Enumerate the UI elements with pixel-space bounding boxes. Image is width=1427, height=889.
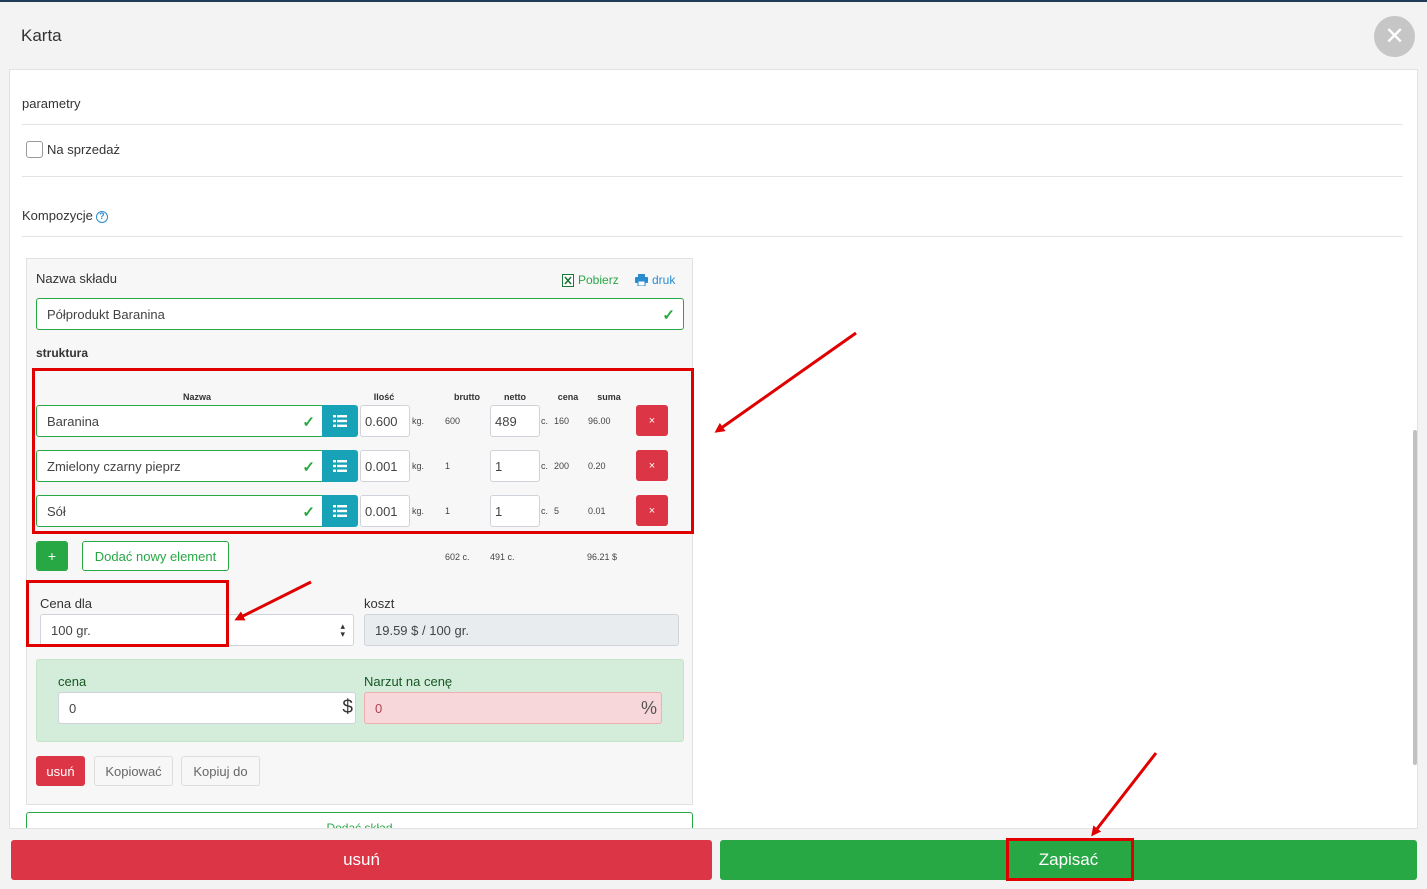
col-sum: suma (597, 392, 621, 402)
qty-input[interactable]: 0.600 (360, 405, 410, 437)
percent-icon: % (640, 698, 657, 718)
divider (22, 236, 1403, 237)
check-icon: ✓ (302, 504, 315, 521)
parametry-title: parametry (22, 96, 81, 111)
divider (22, 176, 1403, 177)
net-input[interactable]: 489 (490, 405, 540, 437)
ingredient-name: Zmielony czarny pieprz (47, 458, 181, 474)
markup-value: 0 (375, 700, 383, 716)
markup-input[interactable]: 0 % (364, 692, 662, 724)
check-icon: ✓ (302, 414, 315, 431)
gross-value: 600 (445, 416, 461, 426)
kompozycje-title: Kompozycje? (22, 208, 108, 223)
ingredient-name: Baranina (47, 413, 100, 429)
list-icon (333, 415, 347, 427)
ingredient-name-input[interactable]: Baranina ✓ (36, 405, 324, 437)
close-icon: ✕ (1384, 23, 1405, 50)
scrollbar[interactable] (1413, 430, 1417, 765)
gross-value: 1 (445, 506, 451, 516)
list-button[interactable] (322, 405, 358, 437)
modal-title: Karta (21, 26, 62, 45)
download-link[interactable]: Pobierz (562, 273, 619, 287)
col-gross: brutto (454, 392, 480, 402)
delete-row-button[interactable]: × (636, 495, 668, 526)
footer-delete-button[interactable]: usuń (11, 840, 712, 880)
warehouse-name-input[interactable]: Półprodukt Baranina ✓ (36, 298, 684, 330)
check-icon: ✓ (302, 459, 315, 476)
qty-input[interactable]: 0.001 (360, 495, 410, 527)
delete-row-button[interactable]: × (636, 450, 668, 481)
cost-field: 19.59 $ / 100 gr. (364, 614, 679, 646)
delete-row-button[interactable]: × (636, 405, 668, 436)
net-input[interactable]: 1 (490, 450, 540, 482)
print-icon (635, 274, 648, 286)
copy-to-button[interactable]: Kopiuj do (181, 756, 260, 786)
qty-unit: kg. (412, 506, 425, 516)
col-price: cena (557, 392, 579, 402)
sum-value: 0.01 (588, 506, 606, 516)
price-for-select[interactable]: 100 gr. ▴ ▾ (40, 614, 354, 646)
warehouse-name-value: Półprodukt Baranina (47, 306, 165, 322)
col-qty: Ilość (373, 392, 395, 402)
warehouse-name-label: Nazwa składu (36, 271, 117, 286)
print-label: druk (652, 273, 676, 287)
close-button[interactable]: ✕ (1374, 16, 1415, 57)
total-sum: 96.21 $ (587, 552, 618, 562)
cena-label: cena (58, 674, 87, 689)
net-input[interactable]: 1 (490, 495, 540, 527)
list-button[interactable] (322, 495, 358, 527)
total-gross: 602 c. (445, 552, 470, 562)
list-icon (333, 505, 347, 517)
ingredient-name-input[interactable]: Zmielony czarny pieprz ✓ (36, 450, 324, 482)
markup-label: Narzut na cenę (364, 674, 453, 689)
gross-value: 1 (445, 461, 451, 471)
delete-composition-button[interactable]: usuń (36, 756, 85, 786)
dollar-icon: $ (342, 697, 353, 718)
price-value: 160 (554, 416, 570, 426)
qty-unit: kg. (412, 416, 425, 426)
add-element-button[interactable]: Dodać nowy element (82, 541, 229, 571)
qty-input[interactable]: 0.001 (360, 450, 410, 482)
price-for-value: 100 gr. (51, 622, 91, 638)
top-border (0, 0, 1427, 2)
select-arrows-icon: ▴ ▾ (340, 621, 345, 639)
cost-label: koszt (364, 596, 395, 611)
print-link[interactable]: druk (635, 273, 675, 287)
ingredient-name-input[interactable]: Sół ✓ (36, 495, 324, 527)
net-unit: c. (541, 461, 549, 471)
footer-save-button[interactable]: Zapisać (720, 840, 1417, 880)
excel-icon (562, 273, 574, 287)
copy-button[interactable]: Kopiować (94, 756, 173, 786)
col-net: netto (504, 392, 526, 402)
help-icon[interactable]: ? (95, 211, 108, 223)
modal-body: parametry Na sprzedaż Kompozycje? Nazwa … (9, 69, 1418, 829)
qty-unit: kg. (412, 461, 425, 471)
col-name: Nazwa (182, 392, 211, 402)
check-icon: ✓ (662, 307, 675, 324)
add-button[interactable]: + (36, 541, 68, 571)
list-button[interactable] (322, 450, 358, 482)
ingredient-name: Sół (47, 503, 66, 519)
for-sale-label: Na sprzedaż (47, 142, 120, 157)
add-warehouse-button[interactable]: Dodać skład (26, 812, 693, 828)
cena-input[interactable]: 0 $ (58, 692, 356, 724)
price-value: 5 (554, 506, 560, 516)
sum-value: 96.00 (588, 416, 611, 426)
structure-title: struktura (36, 346, 89, 360)
download-label: Pobierz (578, 273, 619, 287)
net-unit: c. (541, 506, 549, 516)
sum-value: 0.20 (588, 461, 606, 471)
composition-card: Nazwa składu Pobierz druk Półprodukt Bar… (26, 258, 694, 805)
total-net: 491 c. (490, 552, 515, 562)
price-panel: cena 0 $ Narzut na cenę 0 % (36, 659, 684, 742)
net-unit: c. (541, 416, 549, 426)
list-icon (333, 460, 347, 472)
divider (22, 124, 1403, 125)
price-for-label: Cena dla (40, 596, 93, 611)
for-sale-checkbox[interactable] (26, 141, 43, 158)
price-value: 200 (554, 461, 570, 471)
cena-value: 0 (69, 700, 77, 716)
kompozycje-label: Kompozycje (22, 208, 93, 223)
